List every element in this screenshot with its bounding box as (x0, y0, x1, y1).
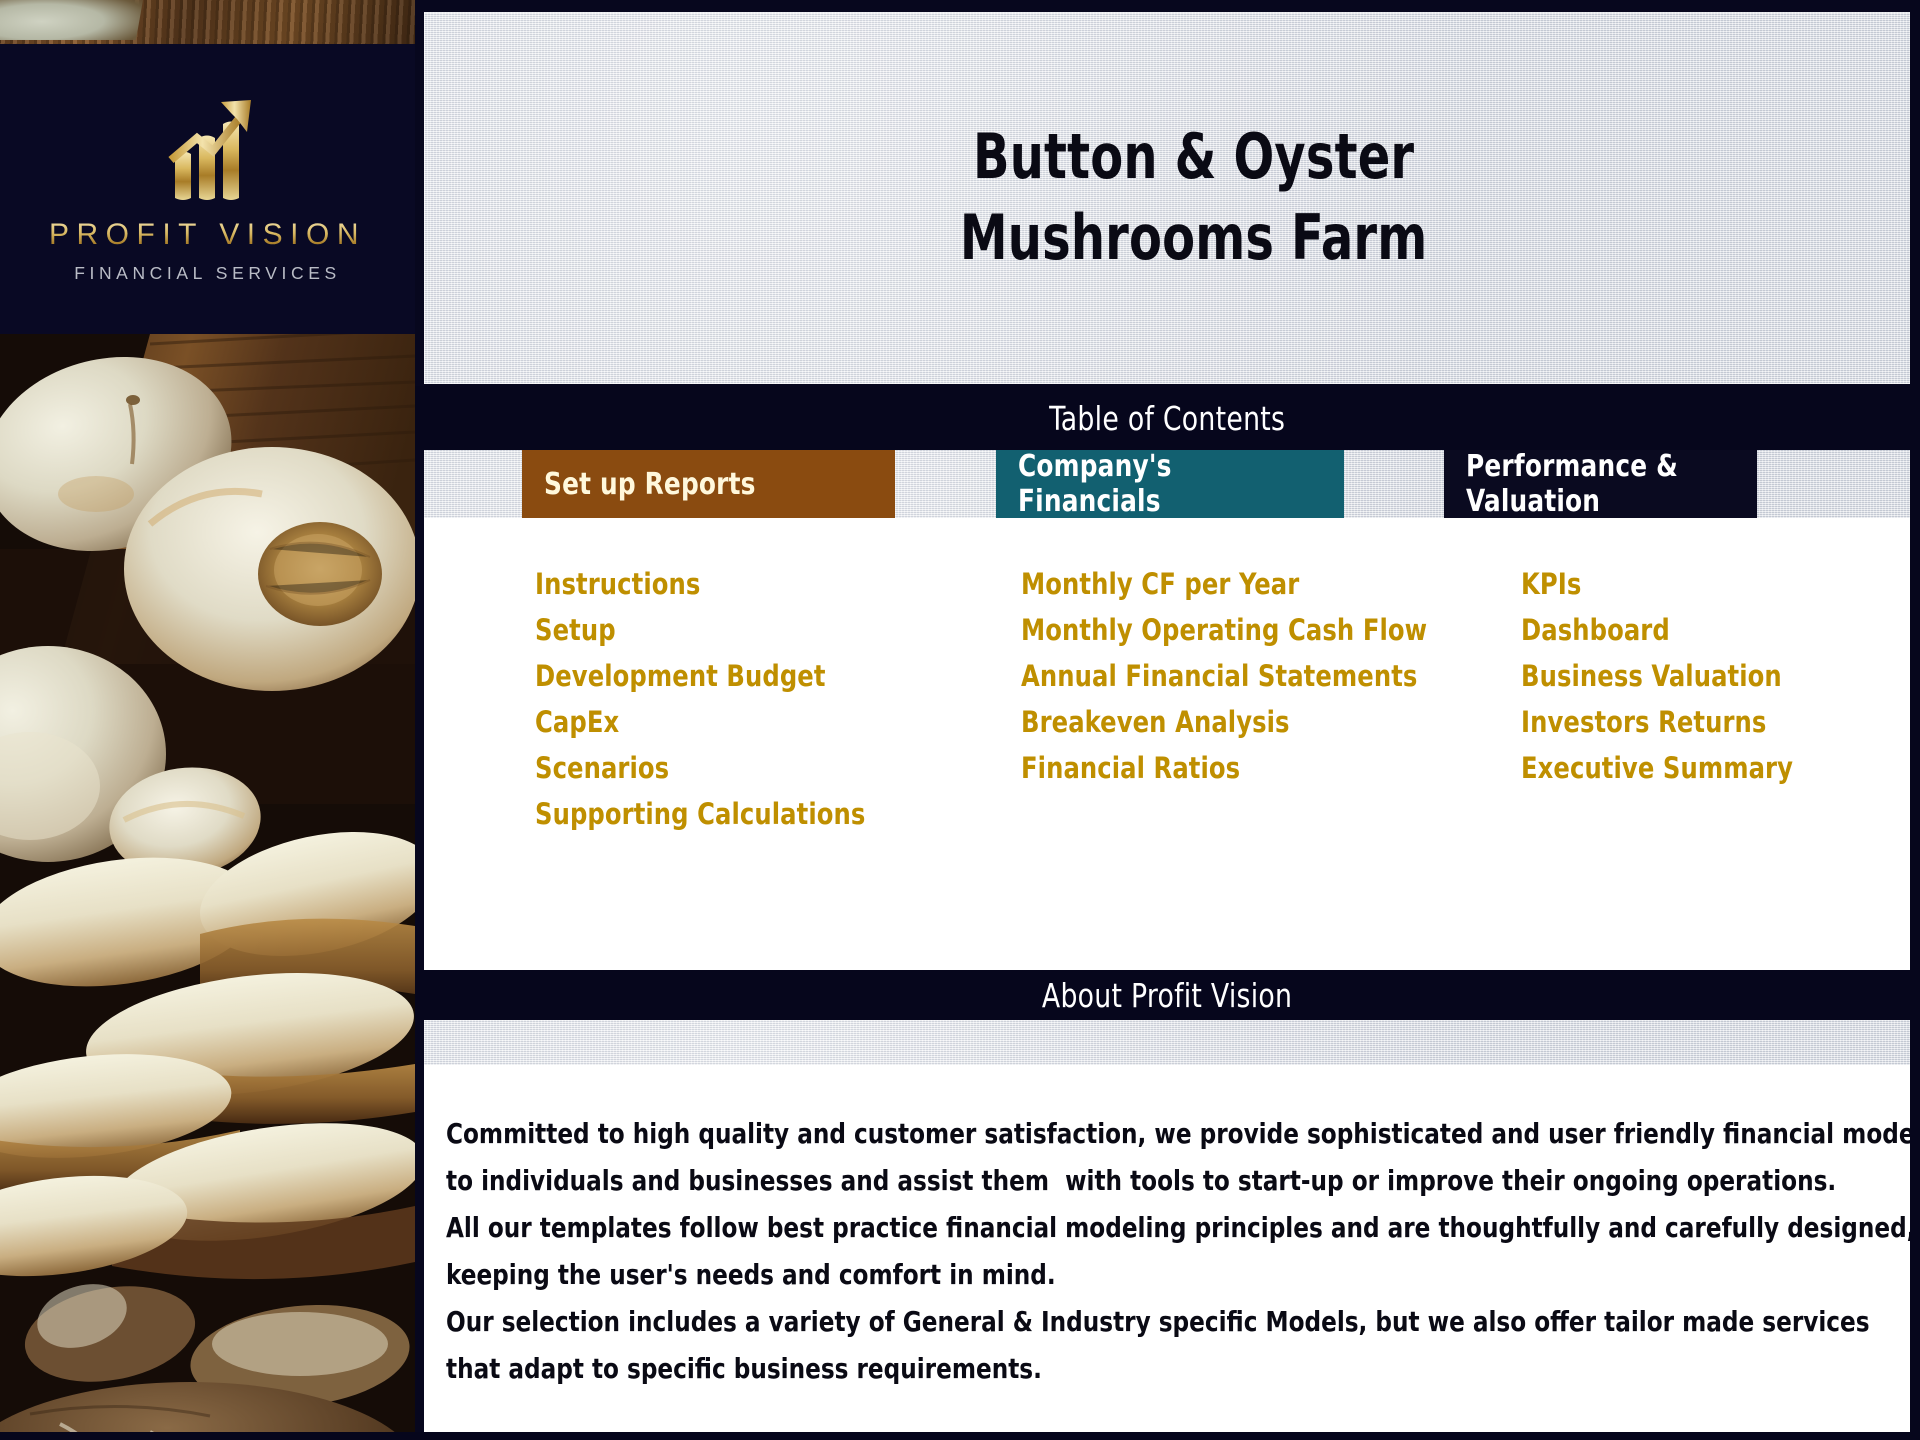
about-line-text: Committed to high quality and customer s… (446, 1117, 1920, 1150)
table-of-contents-header: Table of Contents (415, 386, 1920, 450)
mushrooms-photo (0, 334, 415, 1440)
about-section-header: About Profit Vision (415, 970, 1920, 1020)
link-investors-returns-label: Investors Returns (1520, 705, 1767, 739)
workbook-cover-page: PROFIT VISION FINANCIAL SERVICES Button … (0, 0, 1920, 1440)
about-line-text: keeping the user's needs and comfort in … (446, 1258, 1056, 1291)
link-setup-label: Setup (535, 613, 616, 647)
toc-column-performance-and-valuation: KPIs Dashboard Business Valuation Invest… (1458, 518, 1911, 970)
link-annual-financial-statements-label: Annual Financial Statements (1020, 659, 1418, 693)
brand-sidebar: PROFIT VISION FINANCIAL SERVICES (0, 0, 415, 1440)
toc-column-companys-financials: Monthly CF per Year Monthly Operating Ca… (933, 518, 1458, 970)
about-line: Our selection includes a variety of Gene… (446, 1298, 1871, 1345)
about-section-title: About Profit Vision (1042, 975, 1293, 1015)
link-development-budget[interactable]: Development Budget (535, 653, 847, 699)
toc-links-board: Instructions Setup Development Budget Ca… (424, 518, 1911, 970)
tab-companys-financials-label: Company's Financials (1018, 449, 1172, 519)
brand-logo-block: PROFIT VISION FINANCIAL SERVICES (0, 44, 415, 334)
link-monthly-cf-per-year-label: Monthly CF per Year (1020, 567, 1300, 601)
mushroom-cap-sliver (0, 0, 145, 40)
tab-set-up-reports[interactable]: Set up Reports (522, 450, 895, 518)
growth-bar-chart-arrow-icon (167, 100, 251, 200)
link-supporting-calculations[interactable]: Supporting Calculations (535, 791, 890, 837)
tab-performance-and-valuation-label: Performance & Valuation (1466, 449, 1678, 519)
link-scenarios-label: Scenarios (535, 751, 670, 785)
about-line: to individuals and businesses and assist… (446, 1157, 1871, 1204)
link-financial-ratios-label: Financial Ratios (1020, 751, 1241, 785)
link-dashboard-label: Dashboard (1520, 613, 1670, 647)
about-line-text: that adapt to specific business requirem… (446, 1352, 1042, 1385)
about-line: Committed to high quality and customer s… (446, 1110, 1920, 1157)
link-development-budget-label: Development Budget (535, 659, 826, 693)
link-breakeven-analysis-label: Breakeven Analysis (1020, 705, 1290, 739)
about-section-body: Committed to high quality and customer s… (424, 1065, 1920, 1432)
tab-performance-and-valuation[interactable]: Performance & Valuation (1444, 449, 1757, 519)
link-instructions[interactable]: Instructions (535, 561, 713, 607)
about-line: that adapt to specific business requirem… (446, 1345, 1871, 1392)
link-investors-returns[interactable]: Investors Returns (1521, 699, 1785, 745)
right-frame-edge (1910, 0, 1920, 1440)
page-title-line-2: Mushrooms Farm (959, 201, 1428, 274)
link-setup[interactable]: Setup (535, 607, 622, 653)
link-capex[interactable]: CapEx (535, 699, 626, 745)
brand-name: PROFIT VISION (49, 218, 366, 251)
link-monthly-operating-cash-flow[interactable]: Monthly Operating Cash Flow (1021, 607, 1458, 653)
link-supporting-calculations-label: Supporting Calculations (535, 797, 866, 831)
link-kpis[interactable]: KPIs (1521, 561, 1586, 607)
link-breakeven-analysis[interactable]: Breakeven Analysis (1021, 699, 1310, 745)
link-monthly-operating-cash-flow-label: Monthly Operating Cash Flow (1020, 613, 1428, 647)
link-instructions-label: Instructions (535, 567, 701, 601)
page-title-line-1: Button & Oyster (972, 120, 1414, 194)
link-annual-financial-statements[interactable]: Annual Financial Statements (1021, 653, 1447, 699)
link-business-valuation[interactable]: Business Valuation (1521, 653, 1801, 699)
wood-texture-strip (0, 0, 415, 46)
table-of-contents-title: Table of Contents (1049, 398, 1286, 438)
toc-tab-strip: Set up Reports Company's Financials Perf… (424, 449, 1911, 519)
tab-companys-financials[interactable]: Company's Financials (996, 449, 1344, 519)
page-title: Button & Oyster Mushrooms Farm (908, 117, 1427, 278)
cover-title-card: Button & Oyster Mushrooms Farm (424, 12, 1911, 384)
link-dashboard[interactable]: Dashboard (1521, 607, 1681, 653)
link-executive-summary[interactable]: Executive Summary (1521, 745, 1814, 791)
link-executive-summary-label: Executive Summary (1520, 751, 1793, 785)
about-line-text: All our templates follow best practice f… (446, 1211, 1916, 1244)
about-line: All our templates follow best practice f… (446, 1204, 1915, 1251)
toc-column-set-up-reports: Instructions Setup Development Budget Ca… (424, 518, 933, 970)
link-business-valuation-label: Business Valuation (1520, 659, 1782, 693)
link-monthly-cf-per-year[interactable]: Monthly CF per Year (1021, 561, 1320, 607)
tab-set-up-reports-label: Set up Reports (544, 466, 756, 502)
about-line-text: Our selection includes a variety of Gene… (446, 1305, 1870, 1338)
brand-tagline: FINANCIAL SERVICES (74, 263, 341, 283)
main-pane: Button & Oyster Mushrooms Farm Table of … (415, 0, 1920, 1440)
link-scenarios[interactable]: Scenarios (535, 745, 679, 791)
about-line: keeping the user's needs and comfort in … (446, 1251, 1871, 1298)
link-capex-label: CapEx (535, 705, 620, 739)
about-spacer-strip (424, 1020, 1911, 1065)
bottom-frame-edge (0, 1432, 1920, 1440)
about-line-text: to individuals and businesses and assist… (446, 1164, 1837, 1197)
link-kpis-label: KPIs (1520, 567, 1582, 601)
link-financial-ratios[interactable]: Financial Ratios (1021, 745, 1257, 791)
